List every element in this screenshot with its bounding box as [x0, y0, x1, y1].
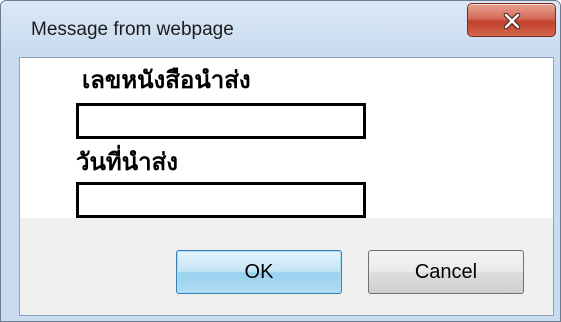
document-number-input[interactable]: [76, 103, 366, 139]
close-x-icon: [503, 13, 521, 29]
title-bar[interactable]: Message from webpage: [1, 1, 560, 57]
send-date-label: วันที่นำส่ง: [76, 148, 178, 176]
close-button[interactable]: [467, 3, 556, 37]
cancel-button[interactable]: Cancel: [368, 250, 524, 294]
button-bar: OK Cancel: [20, 218, 553, 315]
prompt-content: เลขหนังสือนำส่ง วันที่นำส่ง: [20, 58, 553, 218]
document-number-label: เลขหนังสือนำส่ง: [82, 66, 251, 94]
send-date-input[interactable]: [76, 182, 366, 218]
dialog-body: เลขหนังสือนำส่ง วันที่นำส่ง OK Cancel: [19, 57, 554, 316]
ok-button[interactable]: OK: [176, 250, 342, 294]
dialog-title: Message from webpage: [31, 19, 234, 40]
message-dialog-window: Message from webpage เลขหนังสือนำส่ง วัน…: [0, 0, 561, 322]
